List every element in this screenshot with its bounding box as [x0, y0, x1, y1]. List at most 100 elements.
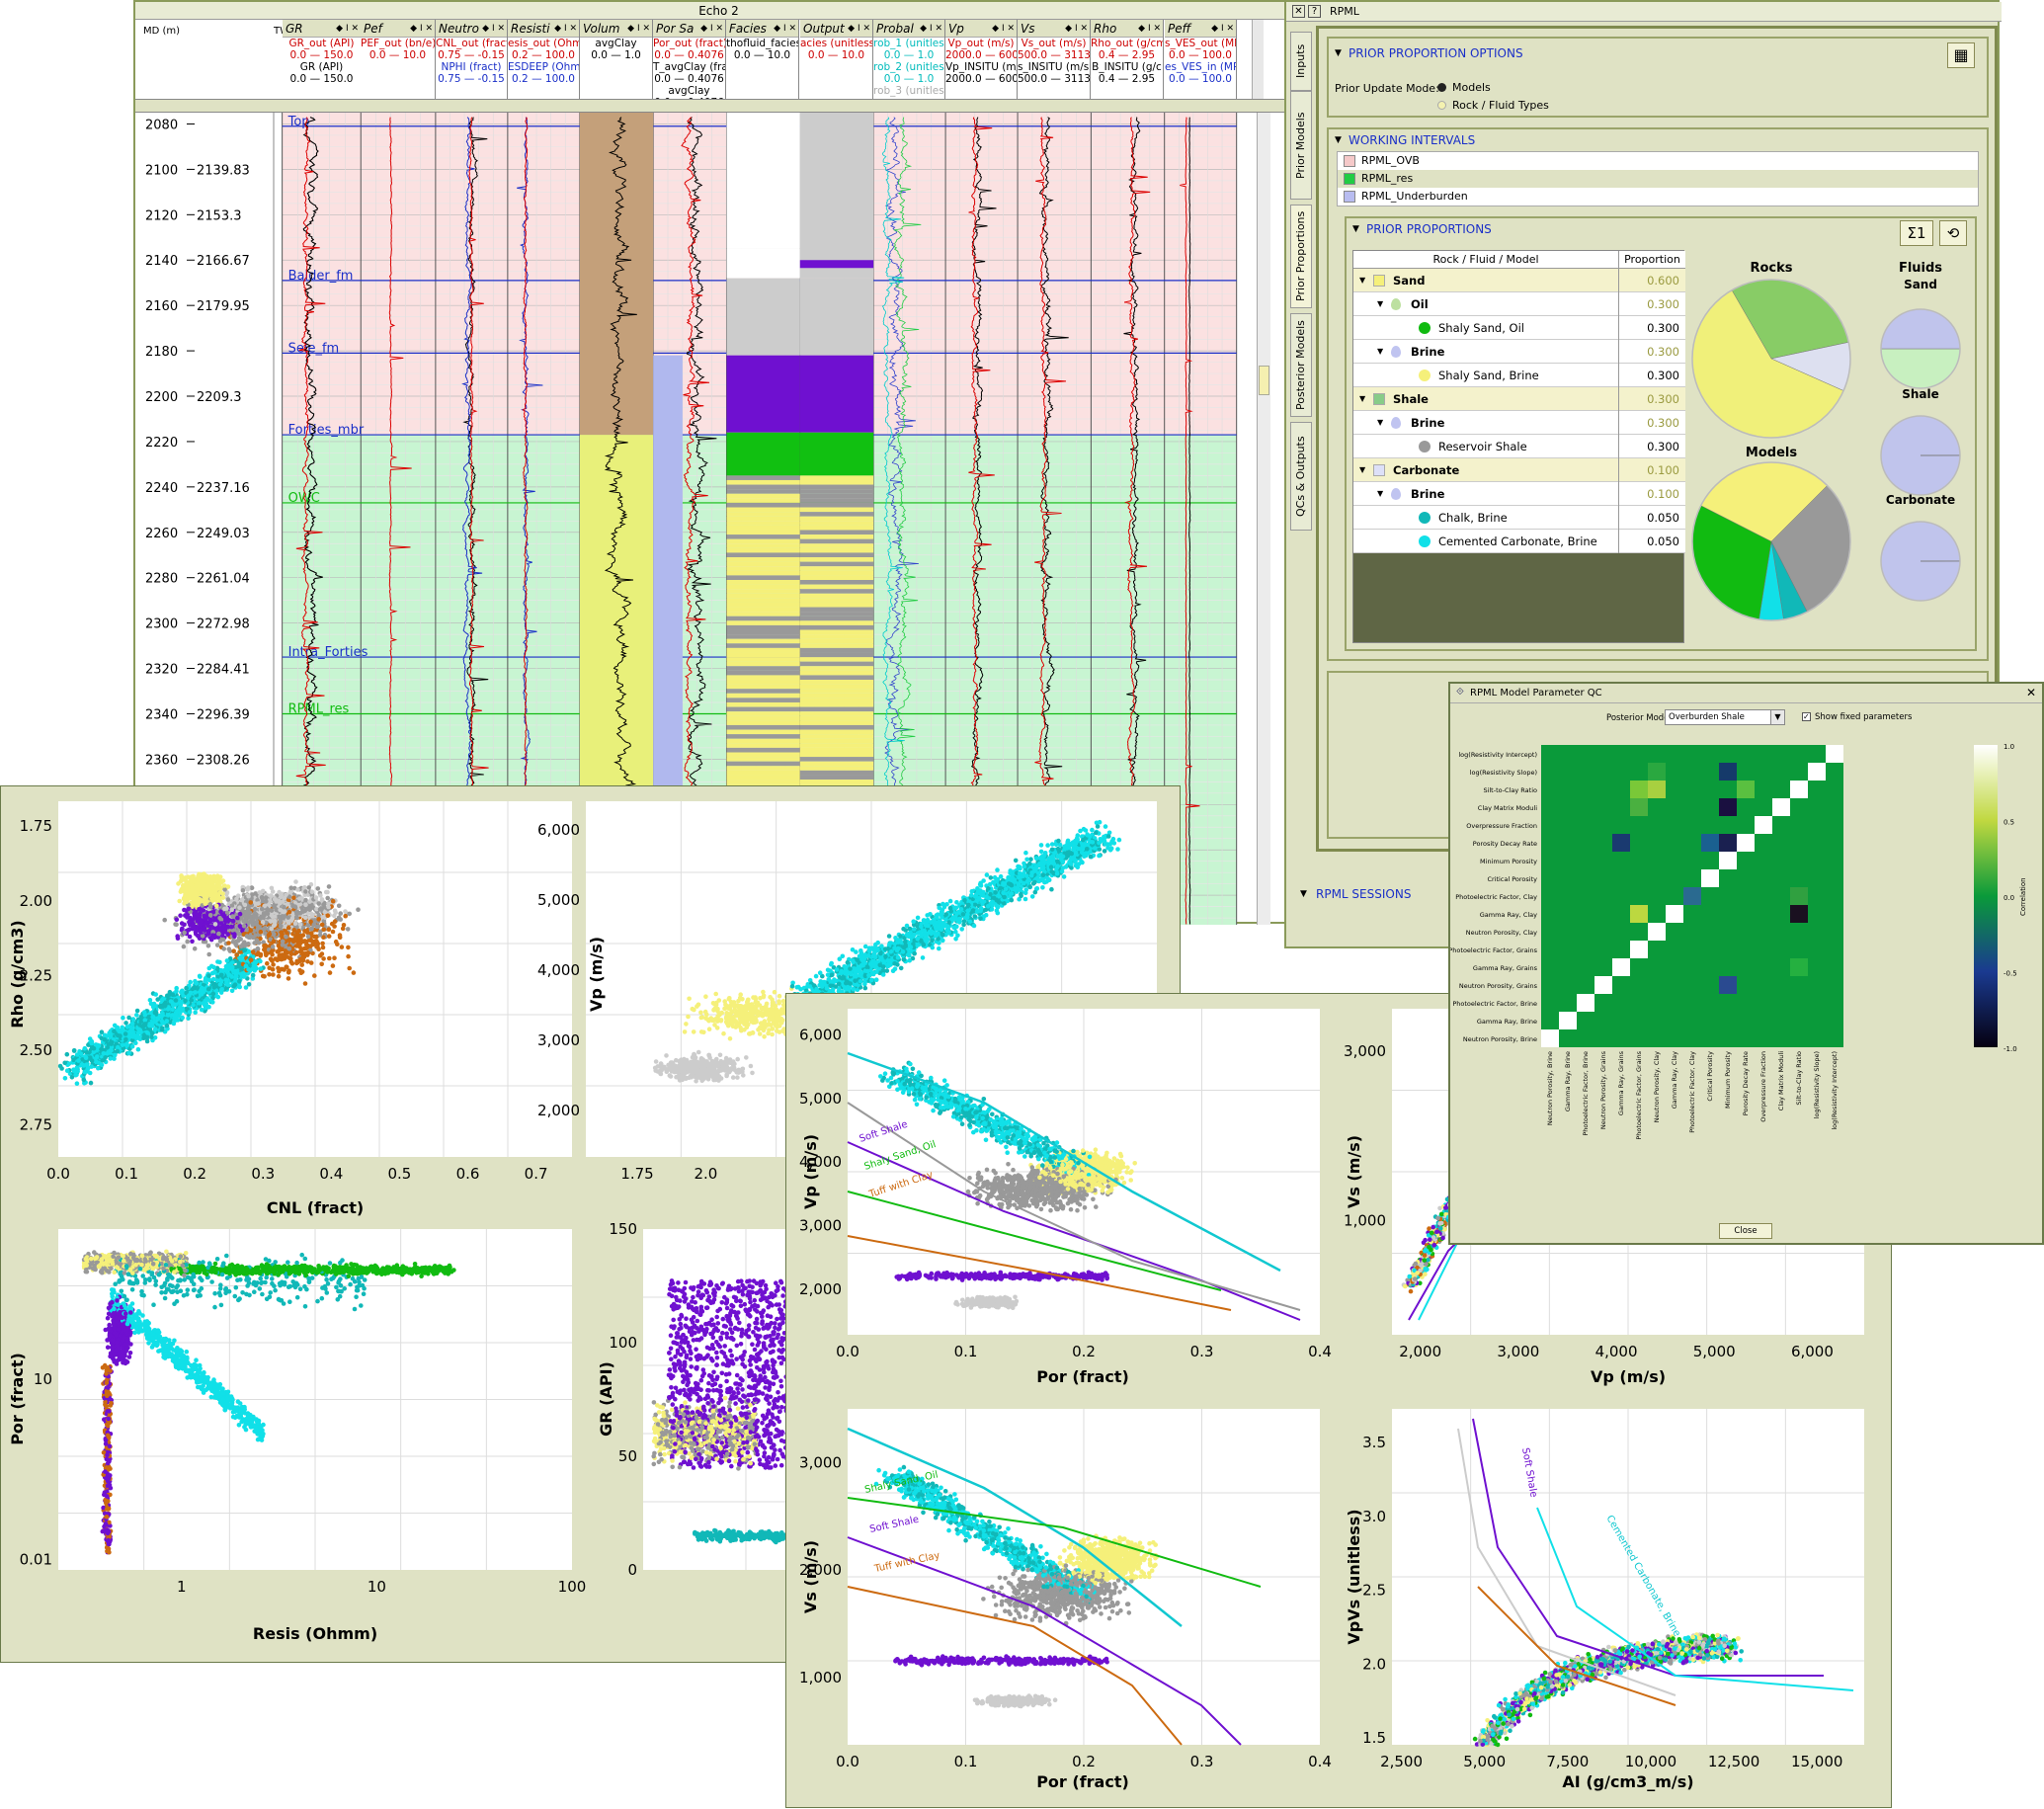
- proportion-value[interactable]: 0.050: [1618, 506, 1685, 530]
- tab-prior-proportions[interactable]: Prior Proportions: [1290, 205, 1312, 308]
- track-header-facies[interactable]: Facies ◆ I ✕ thofluid_facies 0.0 — 10.0: [726, 20, 799, 99]
- data-point: [260, 973, 266, 979]
- tab-posterior-models[interactable]: Posterior Models: [1290, 313, 1312, 417]
- proportion-row[interactable]: Chalk, Brine 0.050: [1353, 506, 1685, 530]
- data-point: [291, 928, 297, 933]
- track-controls-icon[interactable]: ◆ I ✕: [554, 20, 577, 38]
- tab-prior-models[interactable]: Prior Models: [1290, 91, 1312, 200]
- radio-models[interactable]: [1437, 83, 1446, 92]
- data-point: [286, 925, 291, 931]
- data-point: [184, 985, 189, 991]
- track-controls-icon[interactable]: ◆ I ✕: [774, 20, 796, 38]
- chevron-down-icon[interactable]: ▼: [1377, 411, 1383, 435]
- data-point: [330, 963, 336, 968]
- track-controls-icon[interactable]: ◆ I ✕: [992, 20, 1015, 38]
- data-point: [216, 931, 221, 937]
- tab-qcs---outputs[interactable]: QCs & Outputs: [1290, 422, 1312, 531]
- chevron-down-icon[interactable]: ▼: [1377, 292, 1383, 316]
- data-point: [223, 977, 229, 983]
- proportion-value[interactable]: 0.100: [1618, 482, 1685, 506]
- chevron-down-icon[interactable]: ▼: [1377, 340, 1383, 364]
- data-point: [305, 934, 311, 940]
- track-header-neutro[interactable]: Neutro ◆ I ✕ CNL_out (fract) 0.75 — -0.15 N…: [436, 20, 508, 99]
- working-interval-rpmlres[interactable]: RPML_res: [1338, 170, 1978, 188]
- track-header-resisti[interactable]: Resisti ◆ I ✕esis_out (Ohmm)0.2 — 100.0E…: [508, 20, 580, 99]
- help-icon[interactable]: ?: [1308, 5, 1321, 18]
- track-header-output[interactable]: Output ◆ I ✕ acies (unitless) 0.0 — 10.0: [800, 20, 873, 99]
- track-controls-icon[interactable]: ◆ I ✕: [1211, 20, 1234, 38]
- data-point: [265, 960, 270, 966]
- proportion-value[interactable]: 0.300: [1618, 316, 1685, 340]
- tab-inputs[interactable]: Inputs: [1290, 32, 1312, 91]
- track-controls-icon[interactable]: ◆ I ✕: [336, 20, 359, 38]
- log-scroll-thumb[interactable]: [1259, 366, 1269, 395]
- track-header-vs[interactable]: Vs ◆ I ✕Vs_out (m/s)500.0 — 3113.0s_INSI…: [1018, 20, 1091, 99]
- data-point: [150, 1015, 155, 1020]
- close-icon[interactable]: ✕: [1292, 5, 1305, 18]
- proportion-row[interactable]: Cemented Carbonate, Brine 0.050: [1353, 530, 1685, 553]
- proportion-value[interactable]: 0.100: [1618, 458, 1685, 482]
- working-interval-rpmlovb[interactable]: RPML_OVB: [1338, 152, 1978, 170]
- collapse-icon[interactable]: ▼: [1335, 135, 1342, 145]
- proportion-value[interactable]: 0.300: [1618, 364, 1685, 387]
- proportion-row[interactable]: ▼ Shale 0.300: [1353, 387, 1685, 411]
- proportion-row[interactable]: ▼ Carbonate 0.100: [1353, 458, 1685, 482]
- collapse-icon[interactable]: ▼: [1335, 48, 1342, 58]
- track-controls-icon[interactable]: ◆ I ✕: [700, 20, 723, 38]
- collapse-icon[interactable]: ▼: [1352, 224, 1359, 234]
- track-header-pef[interactable]: Pef ◆ I ✕ PEF_out (bn/e) 0.0 — 10.0: [361, 20, 436, 99]
- chevron-down-icon[interactable]: ▼: [1377, 482, 1383, 506]
- data-point: [64, 1051, 70, 1057]
- proportion-row[interactable]: Shaly Sand, Brine 0.300: [1353, 364, 1685, 387]
- working-interval-rpmlunderburden[interactable]: RPML_Underburden: [1338, 188, 1978, 206]
- sum-one-button[interactable]: Σ1: [1900, 220, 1933, 246]
- track-controls-icon[interactable]: ◆ I ✕: [482, 20, 505, 38]
- proportion-value[interactable]: 0.300: [1618, 411, 1685, 435]
- history-icon[interactable]: ⟲: [1939, 220, 1967, 246]
- proportion-value[interactable]: 0.300: [1618, 435, 1685, 458]
- proportion-row[interactable]: Shaly Sand, Oil 0.300: [1353, 316, 1685, 340]
- proportion-value[interactable]: 0.050: [1618, 530, 1685, 553]
- track-controls-icon[interactable]: ◆ I ✕: [410, 20, 433, 38]
- log-scrollbar[interactable]: [1257, 113, 1270, 925]
- track-controls-icon[interactable]: ◆ I ✕: [1138, 20, 1161, 38]
- proportion-row[interactable]: ▼ Sand 0.600: [1353, 269, 1685, 292]
- proportion-value[interactable]: 0.300: [1618, 292, 1685, 316]
- track-controls-icon[interactable]: ◆ I ✕: [627, 20, 650, 38]
- chevron-down-icon[interactable]: ▼: [1359, 269, 1365, 292]
- proportion-row[interactable]: ▼ Brine 0.300: [1353, 411, 1685, 435]
- track-header-rho[interactable]: Rho ◆ I ✕Rho_out (g/cm3)0.4 — 2.95B_INSI…: [1091, 20, 1164, 99]
- y-tick-label: 2.75: [20, 1116, 52, 1134]
- data-point: [212, 969, 217, 975]
- collapse-icon[interactable]: ▼: [1300, 889, 1307, 899]
- proportion-value[interactable]: 0.600: [1618, 269, 1685, 292]
- track-controls-icon[interactable]: ◆ I ✕: [1065, 20, 1088, 38]
- pie-title-shale: Shale: [1902, 387, 1939, 401]
- track-header-volum[interactable]: Volum ◆ I ✕ avgClay 0.0 — 1.0: [580, 20, 653, 99]
- calculator-icon[interactable]: ▦: [1947, 42, 1975, 68]
- data-point: [242, 902, 248, 908]
- data-point: [220, 937, 226, 943]
- track-header-probal[interactable]: Probal ◆ I ✕rob_1 (unitless)0.0 — 1.0rob…: [873, 20, 945, 99]
- track-header-vp[interactable]: Vp ◆ I ✕Vp_out (m/s)2000.0 — 6000.0Vp_IN…: [945, 20, 1018, 99]
- track-header-porsa[interactable]: Por Sa ◆ I ✕ Por_out (fract) 0.0 — 0.4076 T…: [653, 20, 726, 99]
- proportion-row[interactable]: ▼ Brine 0.100: [1353, 482, 1685, 506]
- data-point: [302, 929, 307, 934]
- chevron-down-icon[interactable]: ▼: [1359, 387, 1365, 411]
- track-header-peff[interactable]: Peff ◆ I ✕s_VES_out (MPa)0.0 — 100.0es_V…: [1165, 20, 1237, 99]
- data-point: [229, 924, 234, 930]
- header-scrollbar[interactable]: [1252, 20, 1264, 99]
- proportion-row[interactable]: Reservoir Shale 0.300: [1353, 435, 1685, 458]
- proportion-value[interactable]: 0.300: [1618, 387, 1685, 411]
- proportion-value[interactable]: 0.300: [1618, 340, 1685, 364]
- track-header-gr[interactable]: GR ◆ I ✕ GR_out (API) 0.0 — 150.0 GR (API) 0…: [283, 20, 362, 99]
- proportion-row[interactable]: ▼ Brine 0.300: [1353, 340, 1685, 364]
- track-controls-icon[interactable]: ◆ I ✕: [848, 20, 870, 38]
- radio-rock-fluid[interactable]: [1437, 101, 1446, 110]
- track-controls-icon[interactable]: ◆ I ✕: [920, 20, 942, 38]
- data-point: [149, 1034, 154, 1039]
- data-point: [307, 899, 312, 904]
- chevron-down-icon[interactable]: ▼: [1359, 458, 1365, 482]
- proportion-row[interactable]: ▼ Oil 0.300: [1353, 292, 1685, 316]
- data-point: [280, 966, 285, 972]
